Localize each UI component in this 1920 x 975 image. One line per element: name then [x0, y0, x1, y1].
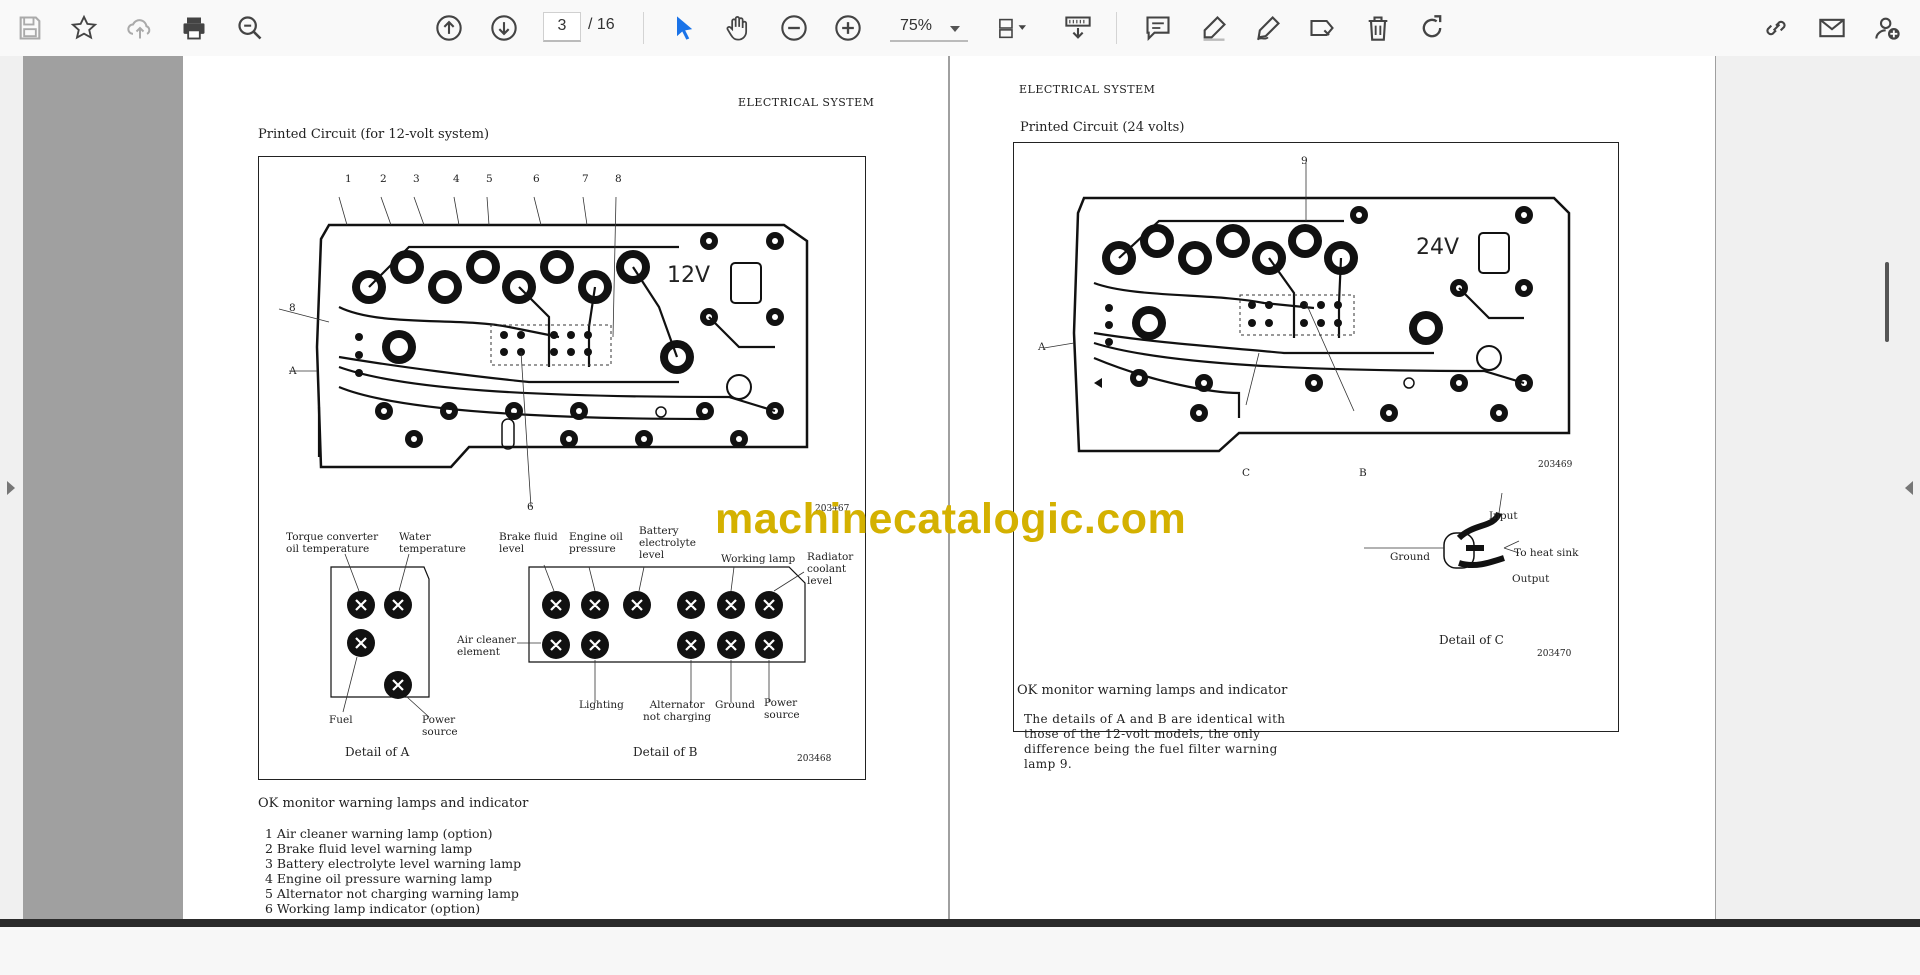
detail-c-ground-label: Ground [1390, 551, 1430, 563]
zoom-out-icon[interactable] [776, 10, 812, 46]
detail-b-engine-label: Engine oil pressure [569, 531, 623, 555]
zoom-value: 75% [900, 17, 933, 34]
detail-c-heat-label: To heat sink [1514, 547, 1579, 559]
next-page-icon[interactable] [486, 10, 522, 46]
share-link-icon[interactable] [1758, 10, 1794, 46]
zoom-in-icon[interactable] [830, 10, 866, 46]
page-total: / 16 [588, 16, 615, 33]
pdf-page-right: ELECTRICAL SYSTEM Printed Circuit (24 vo… [950, 56, 1715, 919]
detail-b-radiator-label: Radiator coolant level [807, 551, 854, 587]
detail-b-power-label: Power source [764, 697, 800, 721]
section-title: OK monitor warning lamps and indicator [1017, 683, 1288, 698]
detail-c-output-label: Output [1512, 573, 1550, 585]
detail-a-power-label: Power source [422, 714, 458, 738]
bottom-bar [0, 919, 1920, 927]
page-number-input[interactable]: 3 [543, 12, 581, 42]
page-header: ELECTRICAL SYSTEM [1019, 83, 1156, 96]
callout-b: B [1359, 467, 1367, 479]
redo-icon[interactable] [1414, 10, 1450, 46]
bookmark-star-icon[interactable] [66, 10, 102, 46]
figure-code-2: 203470 [1537, 649, 1572, 659]
callout-a: A [1038, 341, 1046, 353]
lamp-list: 1 Air cleaner warning lamp (option) 2 Br… [265, 826, 521, 916]
stamp-icon[interactable] [1304, 10, 1340, 46]
highlight-pen-icon[interactable] [1196, 10, 1232, 46]
list-item: 2 Brake fluid level warning lamp [265, 841, 473, 856]
printed-circuit-board-24v [1043, 163, 1571, 569]
document-viewer[interactable]: ELECTRICAL SYSTEM Printed Circuit (for 1… [0, 56, 1920, 919]
paragraph-line: those of the 12-volt models, the only [1024, 727, 1261, 741]
zoom-select[interactable]: 75% [890, 12, 968, 42]
list-item: 6 Working lamp indicator (option) [265, 901, 481, 916]
list-item: 3 Battery electrolyte level warning lamp [265, 856, 522, 871]
vertical-scrollbar[interactable] [1880, 112, 1894, 975]
section-title: OK monitor warning lamps and indicator [258, 796, 529, 811]
detail-a-water-label: Water temperature [399, 531, 466, 555]
scrollbar-thumb[interactable] [1885, 262, 1889, 342]
left-panel-toggle-icon[interactable] [7, 481, 15, 495]
comment-icon[interactable] [1140, 10, 1176, 46]
page-layout-icon[interactable] [990, 10, 1034, 46]
add-user-icon[interactable] [1870, 10, 1906, 46]
save-icon[interactable] [12, 10, 48, 46]
email-icon[interactable] [1814, 10, 1850, 46]
paragraph-line: The details of A and B are identical wit… [1024, 712, 1286, 726]
list-item: 5 Alternator not charging warning lamp [265, 886, 519, 901]
paragraph-line: difference being the fuel filter warning [1024, 742, 1278, 756]
detail-b-caption: Detail of B [633, 745, 698, 759]
draw-icon[interactable] [1250, 10, 1286, 46]
figure-code: 203469 [1538, 460, 1573, 470]
toolbar-divider [643, 12, 644, 44]
detail-a-caption: Detail of A [345, 745, 410, 759]
callout-c: C [1242, 467, 1251, 479]
cloud-upload-icon[interactable] [122, 10, 158, 46]
select-pointer-icon[interactable] [666, 10, 702, 46]
figure-title: Printed Circuit (24 volts) [1020, 120, 1185, 135]
right-panel-toggle-icon[interactable] [1905, 481, 1913, 495]
hand-pan-icon[interactable] [720, 10, 756, 46]
detail-c-caption: Detail of C [1439, 633, 1504, 647]
paragraph-line: lamp 9. [1024, 757, 1073, 771]
figure-code-2: 203468 [797, 754, 832, 764]
delete-icon[interactable] [1360, 10, 1396, 46]
detail-b-brake-label: Brake fluid level [499, 531, 558, 555]
figure-title: Printed Circuit (for 12-volt system) [258, 127, 490, 142]
detail-c-input-label: Input [1489, 510, 1518, 522]
detail-b-working-label: Working lamp [721, 553, 796, 565]
zoom-search-icon[interactable] [232, 10, 268, 46]
list-item: 1 Air cleaner warning lamp (option) [265, 826, 493, 841]
detail-b-battery-label: Battery electrolyte level [639, 525, 696, 561]
previous-page-icon[interactable] [431, 10, 467, 46]
detail-b-ground-label: Ground [715, 699, 755, 711]
figure-frame: 12V 1 2 3 4 5 6 7 8 8 A 6 203467 Torque … [258, 156, 866, 780]
detail-b-lighting-label: Lighting [579, 699, 624, 711]
print-icon[interactable] [176, 10, 212, 46]
toolbar: 3 / 16 75% [0, 0, 1920, 57]
figure-frame: 24V 9 A C B 203469 Input Ground To heat … [1013, 142, 1619, 732]
board-voltage-label: 24V [1416, 235, 1460, 260]
chevron-down-icon [950, 20, 960, 38]
description-paragraph: The details of A and B are identical wit… [1024, 712, 1314, 772]
detail-a-fuel-label: Fuel [329, 714, 353, 726]
watermark-text: machinecatalogic.com [715, 495, 1187, 543]
scroll-mode-icon[interactable] [1060, 10, 1096, 46]
list-item: 4 Engine oil pressure warning lamp [265, 871, 493, 886]
pdf-page-left: ELECTRICAL SYSTEM Printed Circuit (for 1… [183, 56, 948, 919]
page-header: ELECTRICAL SYSTEM [738, 96, 875, 109]
detail-a-torque-label: Torque converter oil temperature [286, 531, 379, 555]
toolbar-divider [1116, 12, 1117, 44]
detail-b-alternator-label: Alternator not charging [643, 699, 712, 723]
detail-a-lamps [330, 553, 806, 718]
callout-9: 9 [1301, 155, 1308, 167]
detail-b-aircleaner-label: Air cleaner element [457, 634, 517, 658]
